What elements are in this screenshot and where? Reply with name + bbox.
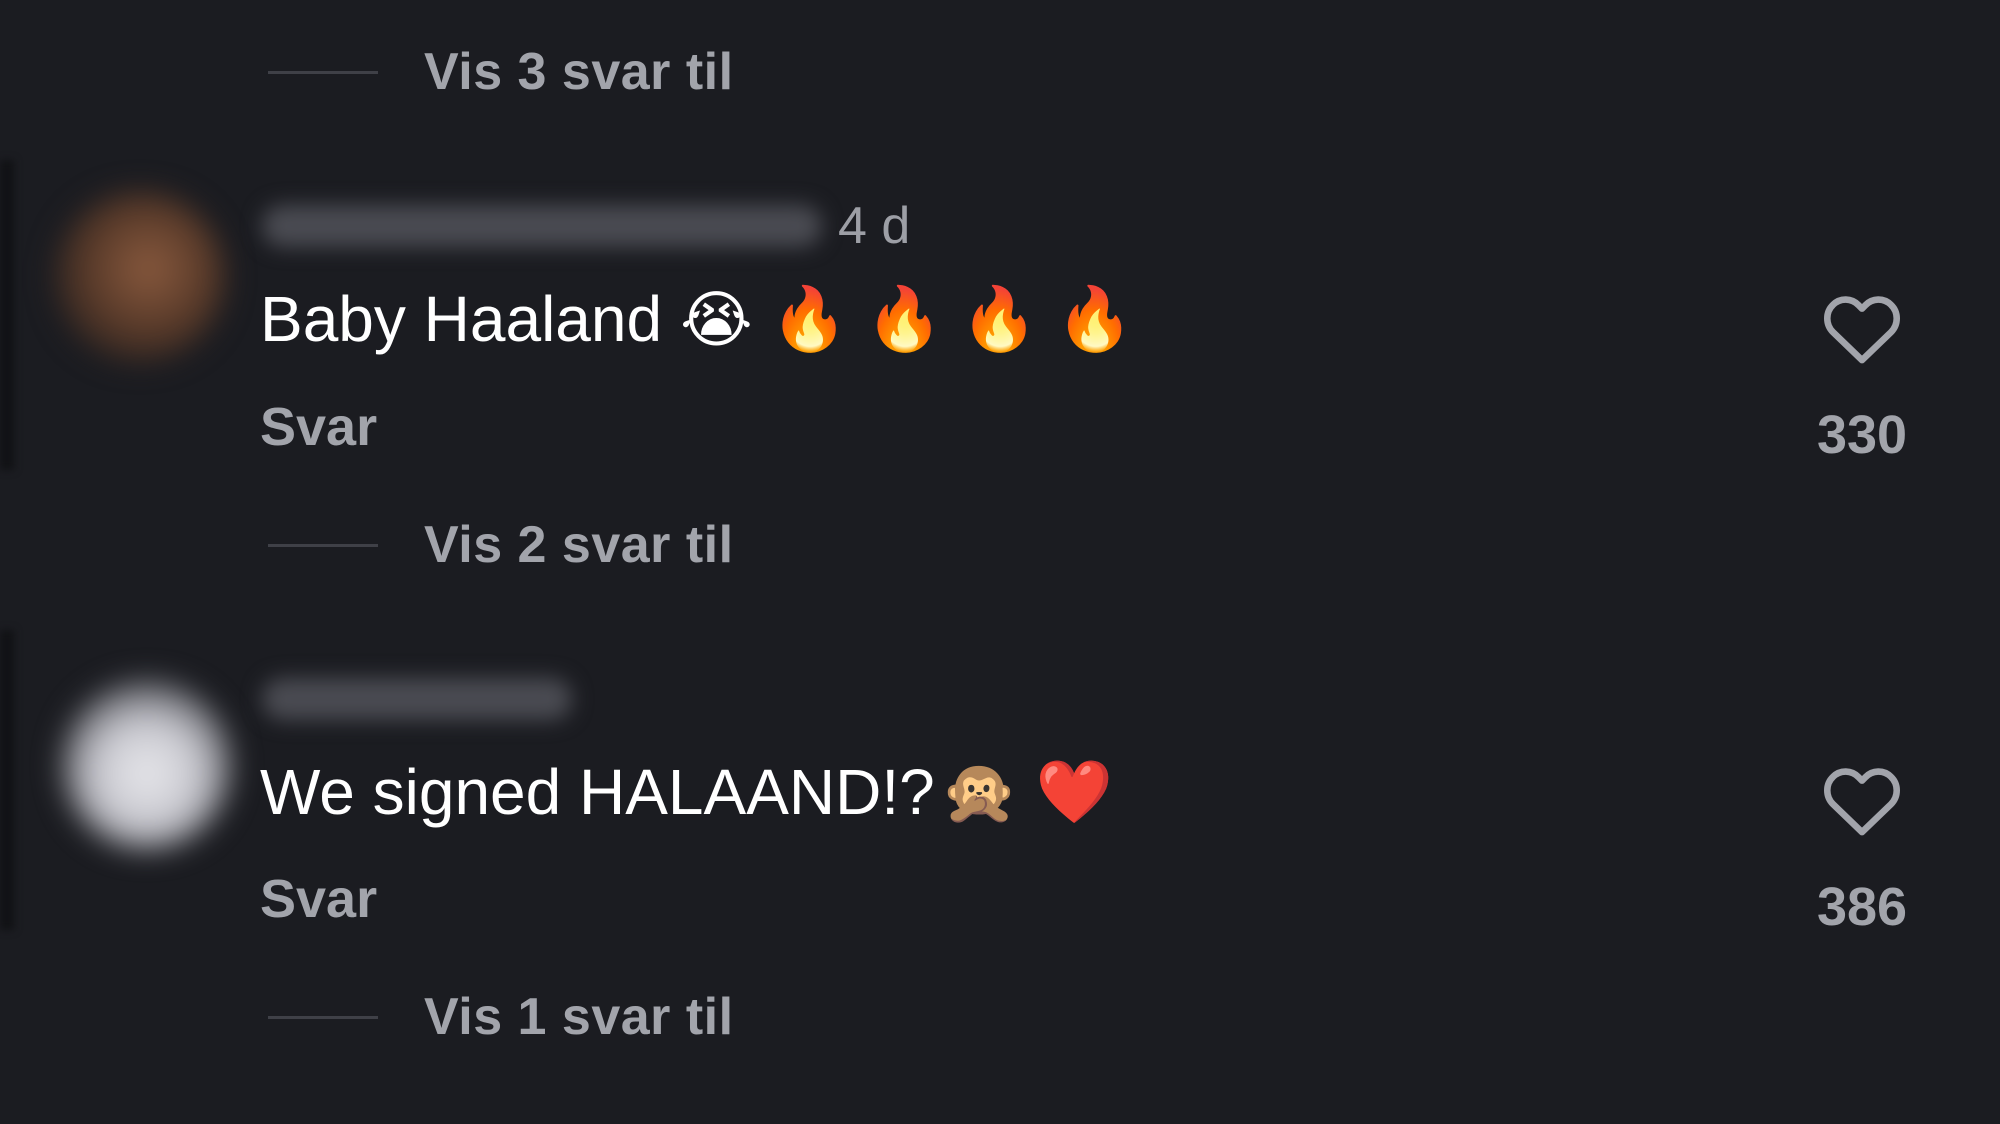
- view-more-replies[interactable]: Vis 3 svar til: [268, 42, 734, 102]
- view-more-replies-label: Vis 3 svar til: [424, 43, 734, 101]
- heart-outline-icon[interactable]: [1820, 762, 1904, 838]
- comment-text: Baby Haaland 😭 🔥 🔥 🔥 🔥: [260, 282, 1133, 356]
- reply-button[interactable]: Svar: [260, 396, 377, 458]
- left-edge-shadow: [0, 630, 14, 930]
- reply-divider-line: [268, 543, 378, 547]
- view-more-replies-label: Vis 1 svar til: [424, 988, 734, 1046]
- heart-outline-icon[interactable]: [1820, 290, 1904, 366]
- avatar[interactable]: [62, 680, 232, 850]
- fire-emoji: 🔥: [1056, 282, 1134, 355]
- view-more-replies[interactable]: Vis 1 svar til: [268, 987, 734, 1047]
- avatar[interactable]: [55, 192, 225, 362]
- view-more-replies[interactable]: Vis 2 svar til: [268, 515, 734, 575]
- fire-emoji: 🔥: [865, 282, 943, 355]
- like-count: 386: [1816, 877, 1908, 937]
- crying-face-emoji: 😭: [680, 282, 753, 356]
- fire-emoji: 🔥: [960, 282, 1039, 355]
- username-blurred[interactable]: [262, 205, 822, 247]
- comment-text: We signed HALAAND!? 🙊 ❤️: [260, 755, 1113, 829]
- comment-body: Baby Haaland: [260, 283, 663, 355]
- reply-divider-line: [268, 1015, 378, 1019]
- fire-emoji: 🔥: [770, 282, 848, 355]
- comment-timestamp: 4 d: [838, 197, 911, 255]
- view-more-replies-label: Vis 2 svar til: [424, 516, 734, 574]
- left-edge-shadow: [0, 160, 14, 470]
- like-count: 330: [1816, 405, 1908, 465]
- reply-divider-line: [268, 70, 378, 74]
- speak-no-evil-monkey-emoji: 🙊: [940, 755, 1018, 828]
- username-blurred[interactable]: [262, 678, 572, 720]
- comment-body: We signed HALAAND!?: [260, 756, 935, 828]
- red-heart-emoji: ❤️: [1035, 755, 1114, 828]
- reply-button[interactable]: Svar: [260, 868, 377, 930]
